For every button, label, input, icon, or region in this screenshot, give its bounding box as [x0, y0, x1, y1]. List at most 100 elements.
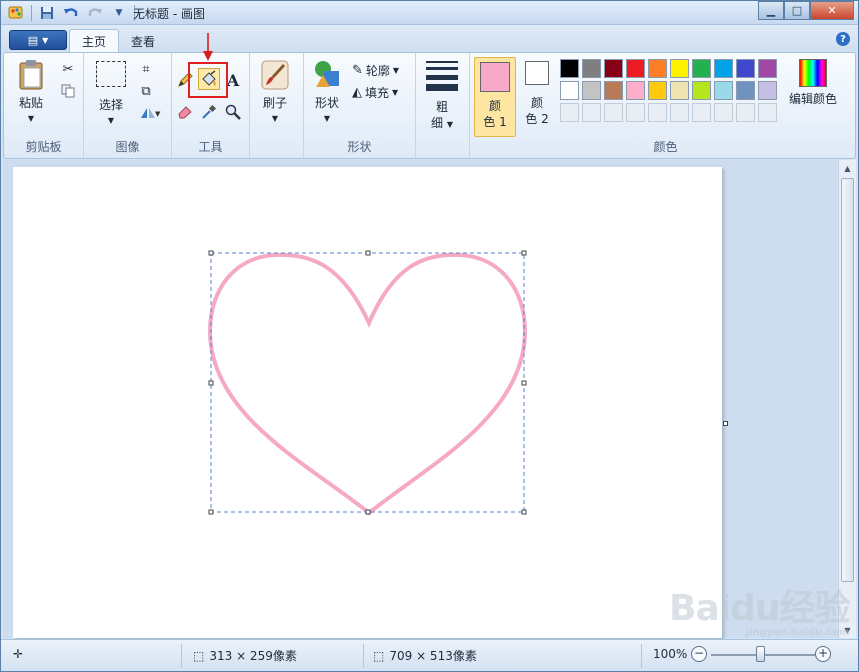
outline-button[interactable]: ✎ 轮廓 ▼: [352, 61, 399, 79]
custom-color-slot[interactable]: [604, 103, 623, 122]
chevron-down-icon: ▼: [392, 87, 399, 97]
color-swatch[interactable]: [714, 59, 733, 78]
color-swatch[interactable]: [560, 81, 579, 100]
color-swatch[interactable]: [582, 59, 601, 78]
edit-colors-button[interactable]: 编辑颜色: [778, 59, 848, 107]
qat-separator: [31, 5, 32, 21]
color-swatch[interactable]: [670, 59, 689, 78]
color2-button[interactable]: 颜 色 2: [520, 61, 554, 127]
custom-color-slot[interactable]: [626, 103, 645, 122]
color-swatch[interactable]: [582, 81, 601, 100]
drawing-canvas[interactable]: [13, 167, 722, 638]
select-button[interactable]: 选择 ▼: [96, 61, 126, 129]
custom-color-slot[interactable]: [736, 103, 755, 122]
zoom-slider-thumb[interactable]: [756, 646, 765, 662]
color-swatch[interactable]: [736, 81, 755, 100]
close-button[interactable]: ✕: [810, 1, 854, 20]
color-swatch[interactable]: [648, 59, 667, 78]
custom-color-slot[interactable]: [670, 103, 689, 122]
color-swatch[interactable]: [758, 81, 777, 100]
color-swatch[interactable]: [714, 81, 733, 100]
minimize-button[interactable]: ▁: [758, 1, 784, 20]
selection-handles: [208, 250, 527, 515]
undo-icon[interactable]: [62, 4, 80, 22]
edit-colors-icon: [799, 59, 827, 87]
fill-button[interactable]: ◭ 填充 ▼: [352, 83, 398, 101]
zoom-in-button[interactable]: +: [815, 646, 831, 662]
chevron-down-icon: ▼: [392, 65, 400, 75]
chevron-down-icon: ▼: [271, 114, 279, 123]
status-separator: [181, 644, 182, 668]
selection-size: 313 × 259像素: [209, 649, 297, 663]
vertical-scrollbar[interactable]: ▲ ▼: [838, 160, 856, 638]
save-icon[interactable]: [38, 4, 56, 22]
status-separator: [641, 644, 642, 668]
paint-menu-button[interactable]: ▤ ▼: [9, 30, 67, 50]
color2-label-line2: 色 2: [525, 112, 549, 126]
help-icon[interactable]: ?: [836, 32, 850, 46]
scroll-up-arrow[interactable]: ▲: [839, 160, 856, 176]
selection-rectangle: [210, 252, 525, 513]
qat-dropdown-icon[interactable]: ▼: [110, 4, 128, 22]
color-swatch[interactable]: [648, 81, 667, 100]
size-button[interactable]: 粗 细 ▼: [426, 61, 458, 133]
tab-view[interactable]: 查看: [119, 29, 167, 53]
menu-icon: ▤: [27, 33, 39, 47]
color-swatch[interactable]: [626, 59, 645, 78]
shapes-label: 形状: [314, 96, 339, 110]
scrollbar-thumb[interactable]: [841, 178, 854, 582]
brushes-button[interactable]: 刷子 ▼: [260, 59, 290, 127]
color-swatch[interactable]: [736, 59, 755, 78]
custom-color-slot[interactable]: [648, 103, 667, 122]
rotate-icon[interactable]: ▼: [136, 103, 164, 123]
custom-color-slot[interactable]: [582, 103, 601, 122]
color-swatch[interactable]: [692, 59, 711, 78]
color1-button[interactable]: 颜 色 1: [474, 57, 516, 137]
color-swatch[interactable]: [758, 59, 777, 78]
custom-color-slot[interactable]: [758, 103, 777, 122]
canvas-viewport[interactable]: [3, 160, 837, 638]
cursor-position-icon: ✛: [13, 647, 24, 661]
fill-tool-highlight-box: [188, 62, 228, 98]
eraser-icon[interactable]: [175, 102, 195, 122]
paint-app-icon[interactable]: [7, 4, 25, 22]
color-swatch[interactable]: [626, 81, 645, 100]
color-swatch[interactable]: [670, 81, 689, 100]
custom-color-slot[interactable]: [714, 103, 733, 122]
color-swatch[interactable]: [692, 81, 711, 100]
chevron-down-icon: ▼: [323, 114, 331, 123]
title-bar: ▼ 无标题 - 画图 ▁ □ ✕: [1, 1, 858, 25]
paste-button[interactable]: 粘贴 ▼: [16, 59, 46, 127]
status-separator: [363, 644, 364, 668]
magnifier-icon[interactable]: [223, 102, 243, 122]
maximize-button[interactable]: □: [784, 1, 810, 20]
baidu-watermark: Baidu经验 jingyan.baidu.com: [669, 579, 850, 638]
copy-icon[interactable]: [58, 81, 78, 101]
shapes-button[interactable]: 形状 ▼: [312, 59, 342, 127]
image-group: 选择 ▼ ⌗ ⧉ ▼ 图像: [84, 53, 172, 158]
custom-color-slot[interactable]: [560, 103, 579, 122]
colors-group-label: 颜色: [653, 140, 678, 154]
color-picker-icon[interactable]: [199, 102, 219, 122]
redo-icon[interactable]: [86, 4, 104, 22]
custom-color-slot[interactable]: [692, 103, 711, 122]
canvas-resize-handle-right[interactable]: [723, 421, 728, 426]
brushes-group: 刷子 ▼: [250, 53, 304, 158]
cut-icon[interactable]: ✂: [58, 59, 78, 79]
window-controls: ▁ □ ✕: [758, 1, 854, 20]
shapes-icon: [315, 61, 339, 87]
status-bar: ✛ ⬚ 313 × 259像素 ⬚ 709 × 513像素 100% − +: [1, 639, 858, 671]
shapes-group: 形状 ▼ ✎ 轮廓 ▼ ◭ 填充 ▼ 形状: [304, 53, 416, 158]
zoom-out-button[interactable]: −: [691, 646, 707, 662]
color-swatch[interactable]: [560, 59, 579, 78]
crop-icon[interactable]: ⌗: [136, 59, 156, 79]
clipboard-group-label: 剪贴板: [25, 140, 62, 154]
chevron-down-icon: ▼: [107, 116, 115, 125]
color1-swatch: [480, 62, 510, 92]
tab-home[interactable]: 主页: [69, 29, 120, 53]
color-swatch[interactable]: [604, 81, 623, 100]
resize-icon[interactable]: ⧉: [136, 81, 156, 101]
selection-size-icon: ⬚: [193, 648, 205, 663]
color-swatch[interactable]: [604, 59, 623, 78]
outline-label: 轮廓: [365, 63, 390, 78]
